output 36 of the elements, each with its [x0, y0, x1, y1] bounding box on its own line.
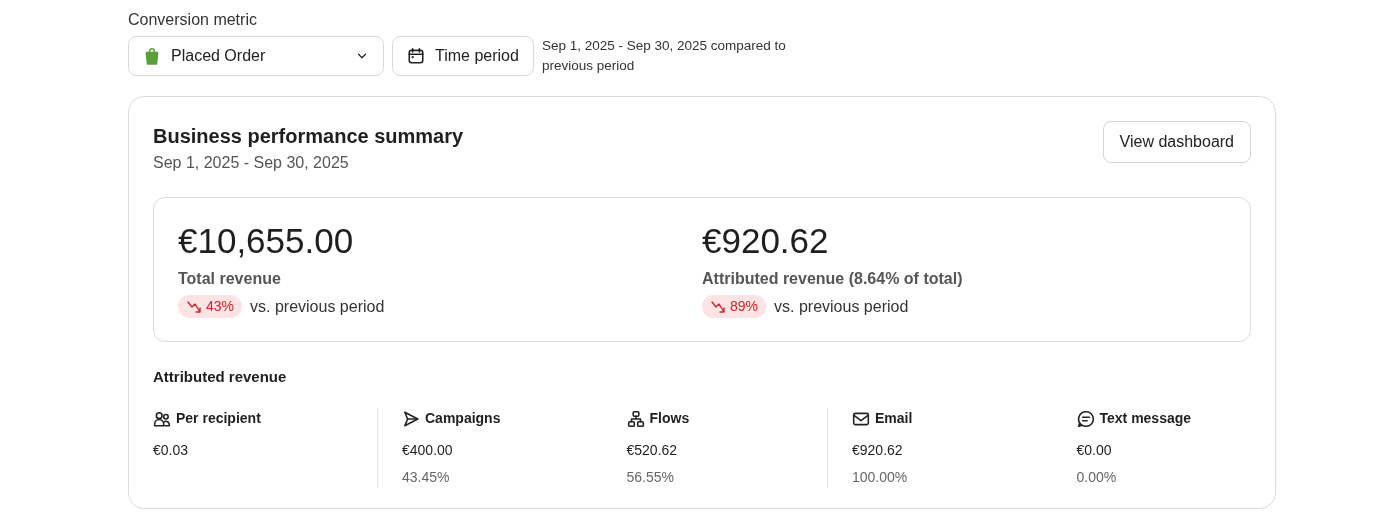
- send-icon: [402, 409, 420, 428]
- kpi-value: €10,655.00: [178, 222, 355, 261]
- people-icon: [153, 409, 171, 428]
- calendar-icon: [407, 47, 425, 65]
- shopping-bag-icon: [143, 47, 161, 65]
- metric-label: Text message: [1099, 409, 1192, 428]
- time-period-button[interactable]: Time period: [392, 36, 534, 76]
- metric-value: €0.03: [153, 441, 190, 460]
- chat-icon: [1076, 409, 1095, 428]
- metric-value: €920.62: [852, 441, 904, 460]
- metric-share: 100.00%: [852, 468, 909, 487]
- comparison-text: vs. previous period: [774, 296, 909, 317]
- metric-label: Per recipient: [176, 409, 261, 428]
- field-label: Conversion metric: [128, 10, 258, 30]
- section-title: Attributed revenue: [153, 366, 288, 387]
- kpi-value: €920.62: [702, 222, 830, 261]
- metric-value: €400.00: [402, 441, 454, 460]
- metric-dropdown[interactable]: Placed Order: [128, 36, 384, 76]
- metric-value: €0.00: [1076, 441, 1113, 460]
- card-title: Business performance summary: [153, 124, 464, 149]
- period-description: Sep 1, 2025 - Sep 30, 2025 compared to previous period: [541, 37, 787, 75]
- comparison-text: vs. previous period: [250, 296, 385, 317]
- kpi-label: Attributed revenue (8.64% of total): [702, 268, 964, 289]
- kpi-label: Total revenue: [178, 268, 282, 289]
- metric-value: €520.62: [626, 441, 679, 460]
- metric-label: Campaigns: [425, 409, 501, 428]
- metric-label: Flows: [649, 409, 690, 428]
- date-range: Sep 1, 2025 - Sep 30, 2025: [153, 153, 350, 173]
- metric-share: 56.55%: [626, 468, 675, 487]
- metric-share: 0.00%: [1076, 468, 1118, 487]
- flow-icon: [626, 409, 645, 428]
- change-badge: 43%: [178, 295, 243, 318]
- metric-label: Email: [875, 409, 913, 428]
- metric-share: 43.45%: [402, 468, 451, 487]
- change-badge: 89%: [702, 295, 767, 318]
- view-dashboard-button[interactable]: View dashboard: [1102, 121, 1251, 163]
